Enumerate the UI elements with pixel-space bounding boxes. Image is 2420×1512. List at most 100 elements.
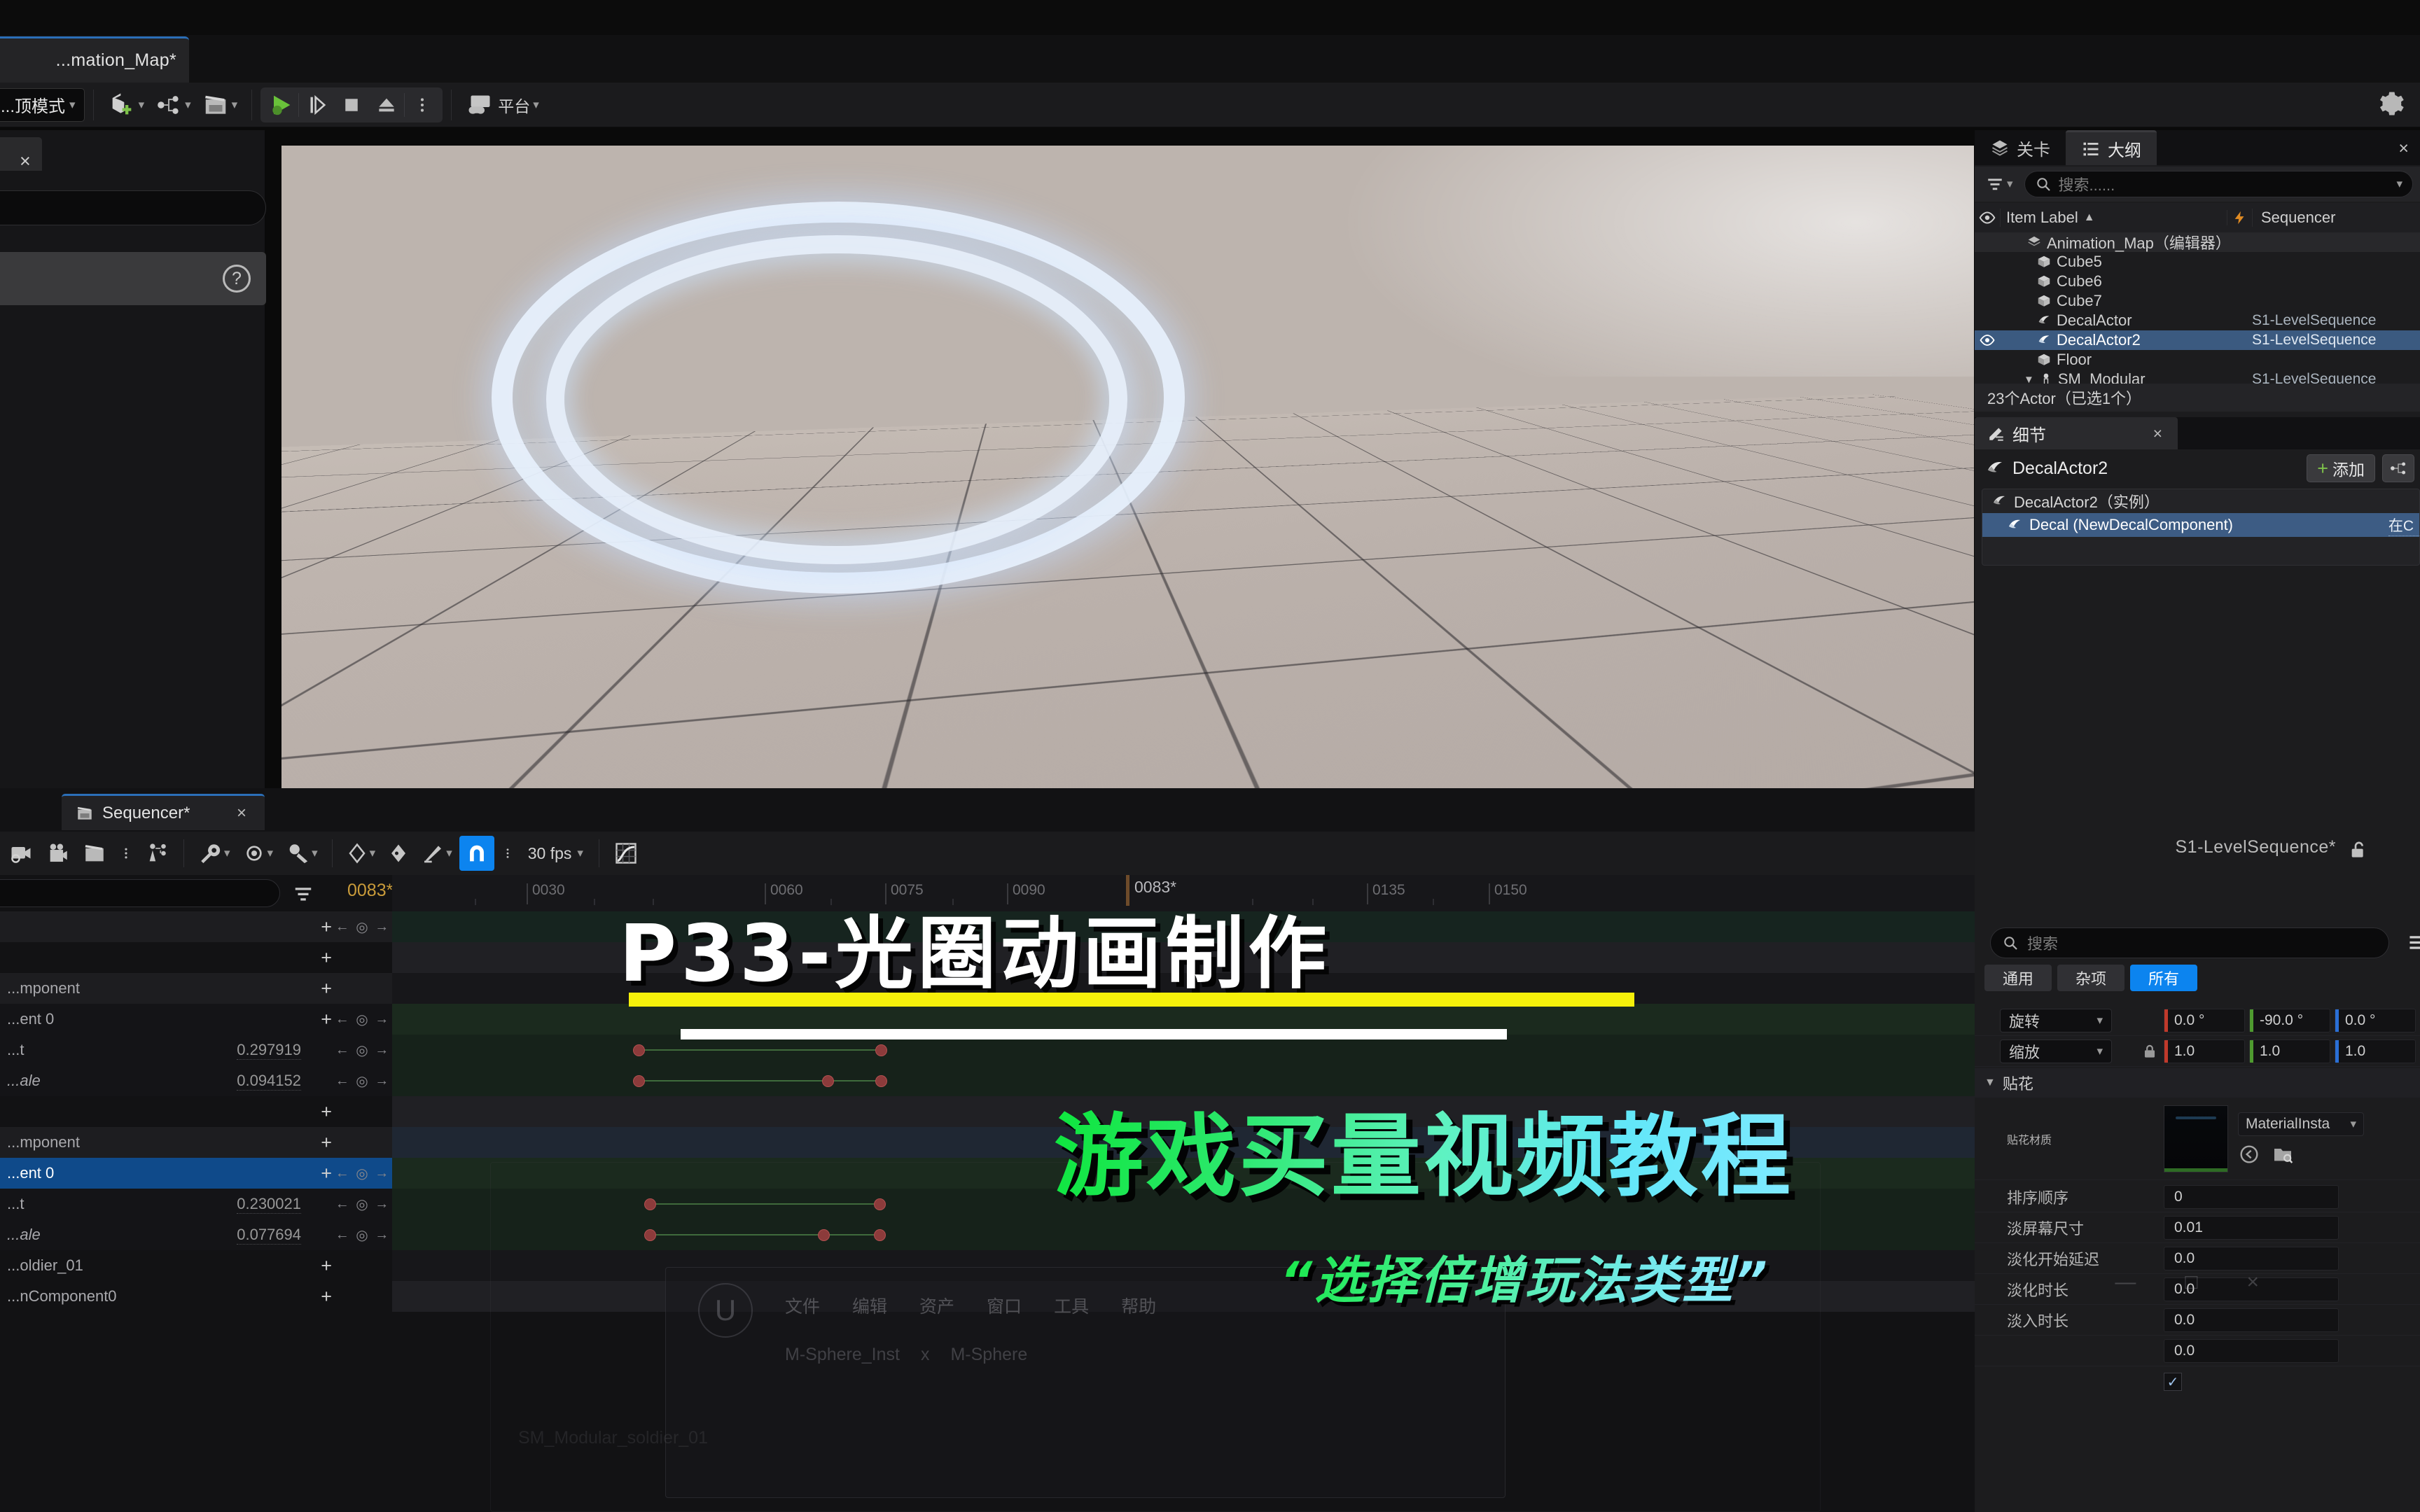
material-thumbnail[interactable] (2164, 1105, 2228, 1172)
browse-back-icon[interactable] (2238, 1143, 2260, 1166)
sequencer-close-icon[interactable]: × (237, 804, 246, 823)
track-row[interactable]: ...t 0.297919 ← ◎ → (0, 1035, 392, 1065)
add-key-icon[interactable]: + (321, 1286, 332, 1308)
curve-editor-open-button[interactable] (608, 836, 644, 871)
outliner-search-input[interactable]: 搜索...... ▾ (2024, 171, 2413, 197)
tab-levels[interactable]: 关卡 (1975, 130, 2066, 165)
component-graph-button[interactable] (2382, 454, 2414, 482)
sequence-lock-button[interactable] (2347, 839, 2370, 861)
eject-button[interactable] (369, 88, 404, 122)
scale-lock-toggle[interactable] (2136, 1042, 2164, 1060)
curve-editor-button[interactable]: ▾ (416, 836, 458, 871)
key-interpolation-button[interactable] (382, 836, 415, 871)
track-row[interactable]: + ← ◎ → (0, 911, 392, 942)
key-nav-group[interactable]: ← ◎ → (332, 1226, 392, 1244)
rotation-z-input[interactable]: 0.0 ° (2335, 1008, 2416, 1032)
fade-in-duration-input[interactable]: 0.0 (2164, 1308, 2339, 1332)
rotation-y-input[interactable]: -90.0 ° (2249, 1008, 2330, 1032)
keyframe[interactable] (822, 1075, 834, 1087)
menu-file[interactable]: 文件 (785, 1293, 820, 1318)
key-nav-group[interactable]: ← ◎ → (332, 1196, 392, 1213)
prev-key-icon[interactable]: ← (335, 919, 349, 935)
close-icon[interactable]: × (2246, 1270, 2259, 1294)
scale-y-input[interactable]: 1.0 (2249, 1039, 2330, 1063)
browse-folder-icon[interactable] (2272, 1143, 2294, 1166)
background-tab-sphere[interactable]: M-Sphere (950, 1345, 1027, 1365)
fade-screen-size-input[interactable]: 0.01 (2164, 1215, 2339, 1240)
track-value[interactable]: 0.297919 (237, 1041, 301, 1060)
snap-toggle-button[interactable] (459, 836, 494, 871)
add-track-button[interactable] (77, 836, 112, 871)
track-row[interactable]: ...mponent + (0, 973, 392, 1004)
extra-property-input[interactable]: 0.0 (2164, 1338, 2339, 1363)
key-nav-group[interactable]: ← ◎ → (332, 1011, 392, 1028)
key-nav-group[interactable]: ← ◎ → (332, 1165, 392, 1182)
tree-row-decalactor2[interactable]: DecalActor2 S1-LevelSequence (1975, 330, 2420, 350)
component-row-root[interactable]: DecalActor2（实例） (1982, 489, 2419, 513)
add-key-icon[interactable]: + (321, 1101, 332, 1123)
add-key-circle-icon[interactable]: ◎ (356, 1226, 368, 1244)
keyframe[interactable] (875, 1075, 887, 1087)
rotation-dropdown[interactable]: 旋转 ▾ (1975, 1008, 2164, 1032)
prev-key-icon[interactable]: ← (335, 1196, 349, 1212)
key-nav-group[interactable]: ← ◎ → (332, 918, 392, 936)
create-camera-button[interactable] (3, 836, 39, 871)
track-row-selected[interactable]: ...ent 0 + ← ◎ → (0, 1158, 392, 1189)
scale-x-input[interactable]: 1.0 (2164, 1039, 2245, 1063)
platform-button[interactable]: 平台 ▾ (460, 88, 545, 122)
level-viewport[interactable] (281, 146, 1974, 788)
sequencer-column-header[interactable]: Sequencer (2252, 209, 2420, 227)
maximize-icon[interactable]: □ (2185, 1270, 2197, 1294)
section-header-decal[interactable]: ▼ 贴花 (1975, 1068, 2420, 1098)
filter-tab-all[interactable]: 所有 (2130, 965, 2197, 991)
track-value[interactable]: 0.230021 (237, 1195, 301, 1214)
add-actor-button[interactable]: ▾ (102, 88, 151, 122)
tree-row-floor[interactable]: Floor (1975, 350, 2420, 370)
play-more-button[interactable] (405, 88, 440, 122)
keyframe-mode-button[interactable]: ▾ (341, 836, 382, 871)
tab-outliner[interactable]: 大纲 (2066, 130, 2157, 165)
add-key-circle-icon[interactable]: ◎ (356, 1042, 368, 1059)
track-filter-button[interactable] (293, 883, 314, 904)
prev-key-icon[interactable]: ← (335, 1042, 349, 1058)
playback-options-button[interactable]: ▾ (237, 836, 279, 871)
add-key-circle-icon[interactable]: ◎ (356, 918, 368, 936)
left-panel-search-input[interactable] (0, 190, 266, 225)
outliner-filter-button[interactable]: ▾ (1982, 175, 2017, 193)
snap-options-button[interactable] (496, 836, 520, 871)
track-row[interactable]: ...t 0.230021 ← ◎ → (0, 1189, 392, 1219)
prev-key-icon[interactable]: ← (335, 1011, 349, 1028)
fps-dropdown[interactable]: 30 fps ▾ (521, 844, 590, 863)
scale-z-input[interactable]: 1.0 (2335, 1039, 2416, 1063)
details-close-icon[interactable]: × (2153, 424, 2162, 443)
background-tab-close-icon[interactable]: x (921, 1345, 930, 1365)
play-button[interactable] (263, 88, 298, 122)
sort-order-input[interactable]: 0 (2164, 1184, 2339, 1209)
details-settings-button[interactable] (2406, 932, 2420, 953)
left-panel-row[interactable]: ...tor ? (0, 252, 266, 305)
left-panel-close-icon[interactable]: × (20, 150, 31, 172)
details-search-input[interactable]: 搜索 (1990, 927, 2389, 958)
add-key-icon[interactable]: + (321, 1255, 332, 1277)
prev-key-icon[interactable]: ← (335, 1227, 349, 1243)
scale-dropdown[interactable]: 缩放 ▾ (1975, 1039, 2136, 1063)
keyframe[interactable] (633, 1075, 645, 1087)
component-row-decal[interactable]: Decal (NewDecalComponent) 在C (1982, 513, 2419, 537)
tree-row-cube7[interactable]: Cube7 (1975, 291, 2420, 311)
keyframe[interactable] (875, 1044, 887, 1056)
editor-mode-dropdown[interactable]: ...顶模式 ▾ (0, 88, 85, 122)
next-key-icon[interactable]: → (375, 1196, 389, 1212)
track-row[interactable]: ...ale 0.077694 ← ◎ → (0, 1219, 392, 1250)
tree-row-cube5[interactable]: Cube5 (1975, 252, 2420, 272)
tree-row-cube6[interactable]: Cube6 (1975, 272, 2420, 291)
row-visibility-toggle[interactable] (1975, 332, 2000, 349)
track-row[interactable]: ...ent 0 + ← ◎ → (0, 1004, 392, 1035)
track-row[interactable]: ...ale 0.094152 ← ◎ → (0, 1065, 392, 1096)
next-key-icon[interactable]: → (375, 1227, 389, 1243)
minimize-icon[interactable]: — (2115, 1270, 2136, 1294)
tree-row-decalactor[interactable]: DecalActor S1-LevelSequence (1975, 311, 2420, 330)
track-row[interactable]: + (0, 1096, 392, 1127)
menu-tools[interactable]: 工具 (1054, 1293, 1089, 1318)
step-button[interactable] (299, 88, 334, 122)
map-file-tab[interactable]: ...mation_Map* (0, 36, 189, 83)
